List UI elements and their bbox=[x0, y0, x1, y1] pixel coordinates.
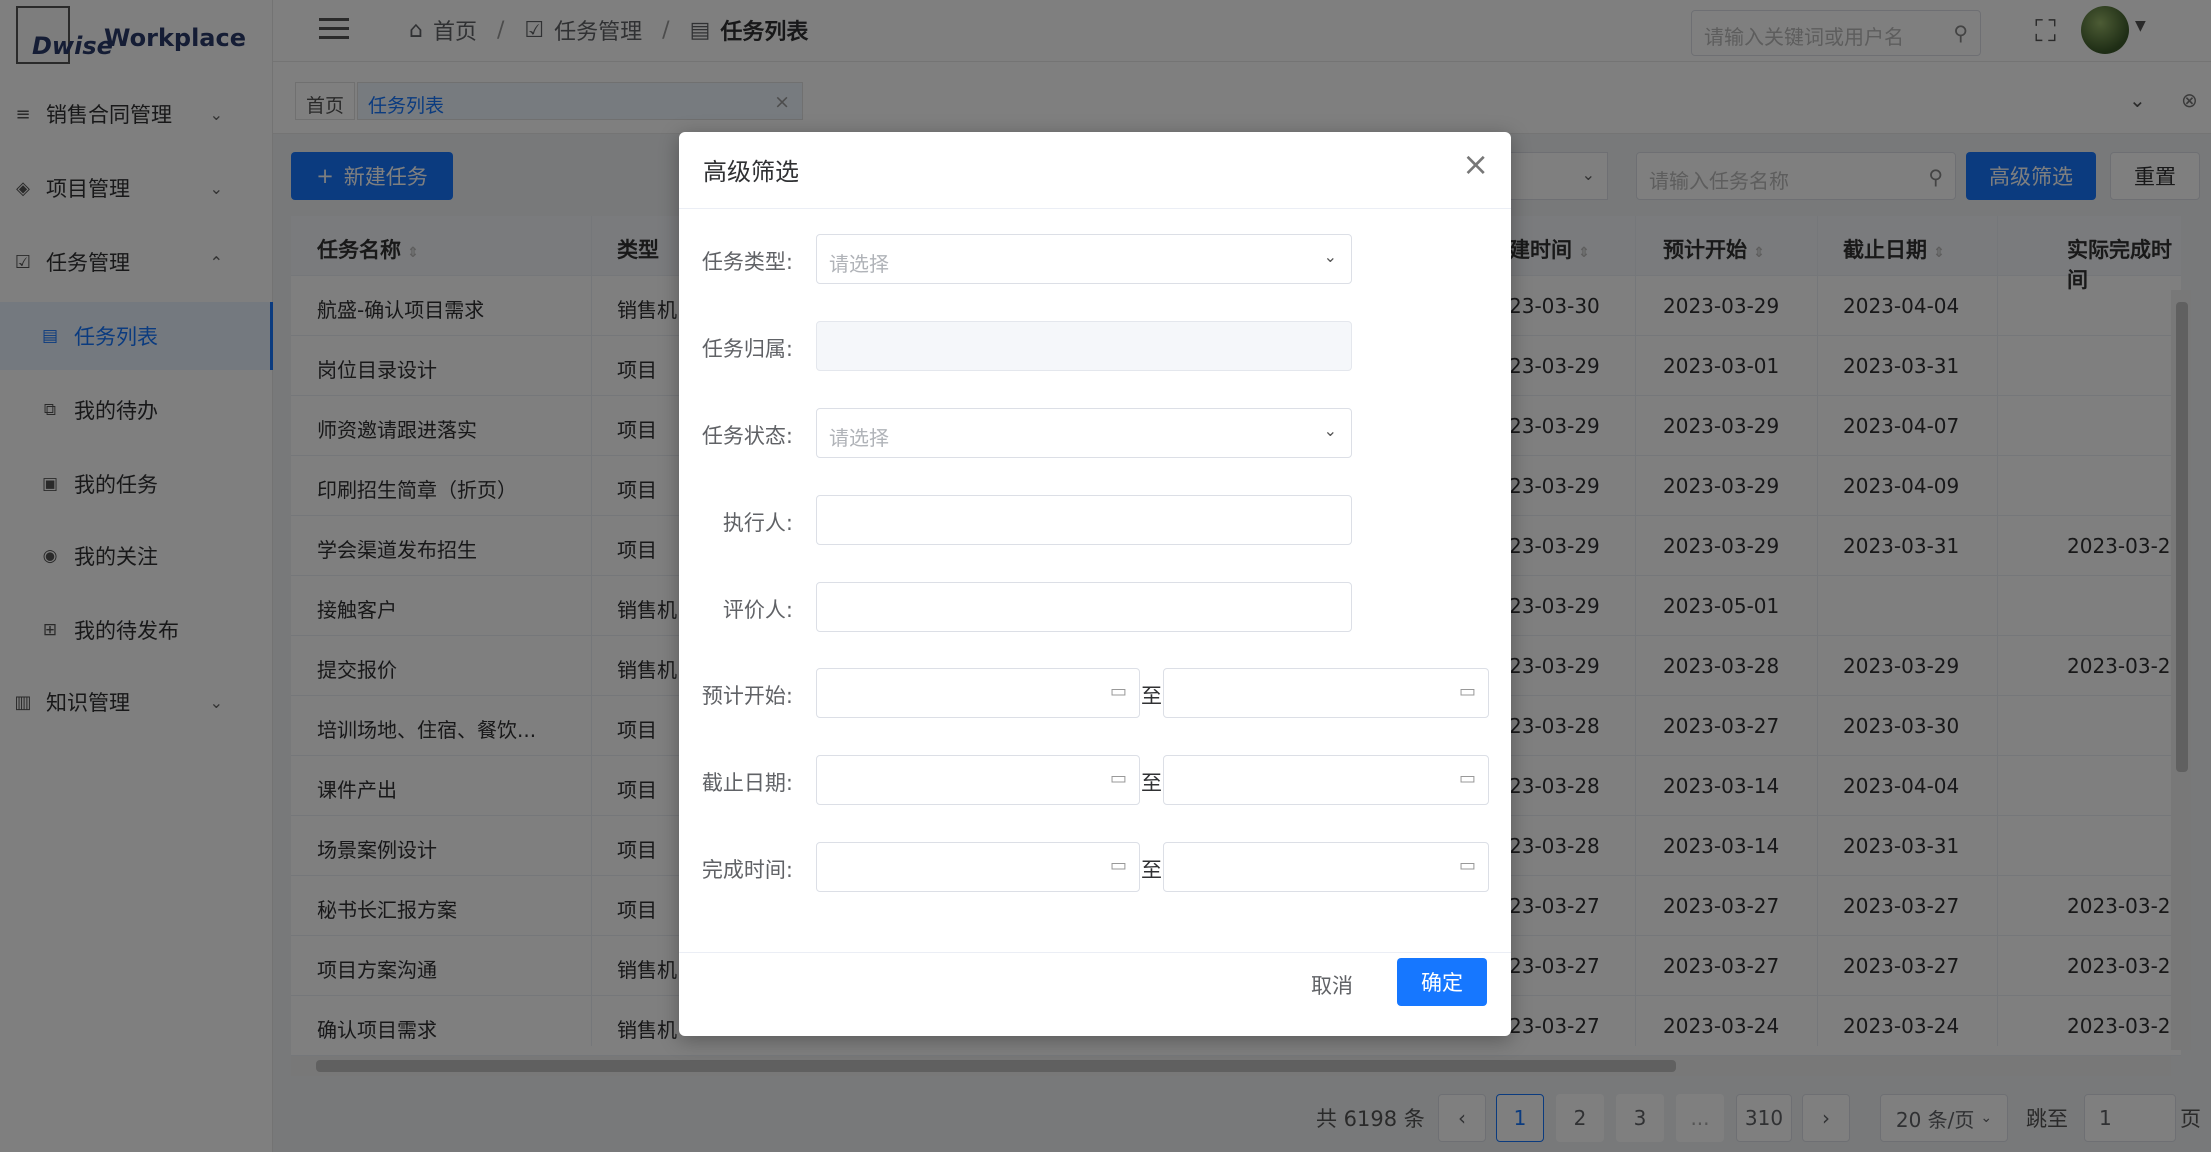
plan-start-from-picker[interactable]: ▭ bbox=[816, 668, 1140, 718]
reviewer-input[interactable] bbox=[816, 582, 1352, 632]
field-reviewer: 评价人: bbox=[679, 582, 1511, 632]
deadline-from-picker[interactable]: ▭ bbox=[816, 755, 1140, 805]
field-label: 任务状态: bbox=[701, 424, 793, 448]
field-label: 预计开始: bbox=[701, 684, 793, 708]
divider bbox=[679, 208, 1511, 209]
dialog-title: 高级筛选 bbox=[703, 158, 799, 186]
chevron-down-icon: ⌄ bbox=[1323, 421, 1337, 440]
calendar-icon: ▭ bbox=[1109, 681, 1127, 702]
range-separator: 至 bbox=[1141, 771, 1162, 795]
field-done-time: 完成时间: ▭ 至 ▭ bbox=[679, 842, 1511, 892]
executor-input[interactable] bbox=[816, 495, 1352, 545]
divider bbox=[679, 952, 1511, 953]
calendar-icon: ▭ bbox=[1458, 681, 1476, 702]
close-icon[interactable]: × bbox=[1462, 148, 1489, 180]
field-executor: 执行人: bbox=[679, 495, 1511, 545]
field-belongs: 任务归属: bbox=[679, 321, 1511, 371]
field-label: 完成时间: bbox=[701, 858, 793, 882]
field-label: 执行人: bbox=[722, 511, 793, 535]
done-time-to-picker[interactable]: ▭ bbox=[1163, 842, 1489, 892]
select-placeholder: 请选择 bbox=[829, 426, 889, 450]
field-label: 任务归属: bbox=[701, 337, 793, 361]
task-status-select[interactable]: 请选择 ⌄ bbox=[816, 408, 1352, 458]
task-belongs-input bbox=[816, 321, 1352, 371]
advanced-filter-dialog: 高级筛选 × 任务类型: 请选择 ⌄ 任务归属: 任务状态: 请选择 ⌄ 执行人… bbox=[679, 132, 1511, 1036]
calendar-icon: ▭ bbox=[1109, 768, 1127, 789]
field-label: 评价人: bbox=[722, 598, 793, 622]
calendar-icon: ▭ bbox=[1109, 855, 1127, 876]
range-separator: 至 bbox=[1141, 684, 1162, 708]
calendar-icon: ▭ bbox=[1458, 855, 1476, 876]
field-plan-start: 预计开始: ▭ 至 ▭ bbox=[679, 668, 1511, 718]
range-separator: 至 bbox=[1141, 858, 1162, 882]
field-label: 任务类型: bbox=[701, 250, 793, 274]
deadline-to-picker[interactable]: ▭ bbox=[1163, 755, 1489, 805]
field-deadline: 截止日期: ▭ 至 ▭ bbox=[679, 755, 1511, 805]
field-status: 任务状态: 请选择 ⌄ bbox=[679, 408, 1511, 458]
done-time-from-picker[interactable]: ▭ bbox=[816, 842, 1140, 892]
plan-start-to-picker[interactable]: ▭ bbox=[1163, 668, 1489, 718]
calendar-icon: ▭ bbox=[1458, 768, 1476, 789]
confirm-button[interactable]: 确定 bbox=[1397, 958, 1487, 1006]
cancel-button[interactable]: 取消 bbox=[1311, 970, 1353, 1000]
select-placeholder: 请选择 bbox=[829, 252, 889, 276]
task-type-select[interactable]: 请选择 ⌄ bbox=[816, 234, 1352, 284]
field-task-type: 任务类型: 请选择 ⌄ bbox=[679, 234, 1511, 284]
chevron-down-icon: ⌄ bbox=[1323, 247, 1337, 266]
field-label: 截止日期: bbox=[701, 771, 793, 795]
